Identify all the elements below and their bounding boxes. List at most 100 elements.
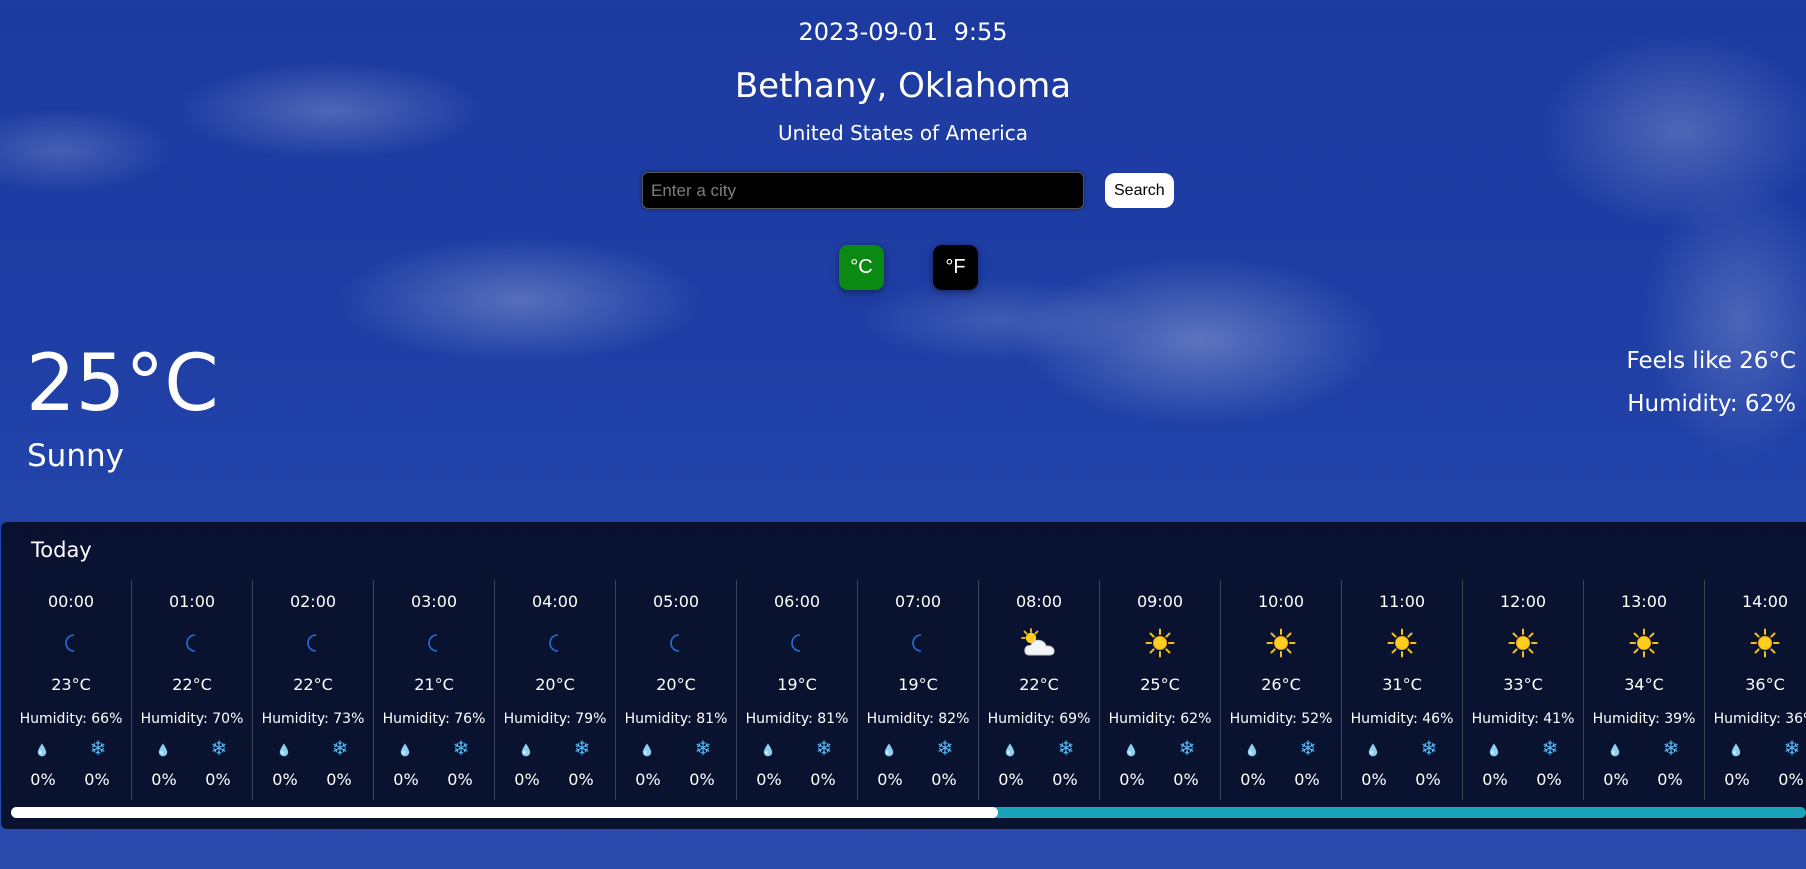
forecast-scrollbar[interactable]	[11, 807, 1806, 818]
hour-humidity: Humidity: 70%	[140, 711, 244, 727]
hour-time: 13:00	[1620, 592, 1668, 611]
rain-chance: 0%	[877, 770, 903, 789]
hour-humidity: Humidity: 39%	[1592, 711, 1696, 727]
hour-column: 02:00 22°C Humidity: 73% ❄ 0% 0%	[253, 580, 374, 800]
rain-chance: 0%	[635, 770, 661, 789]
rain-chance: 0%	[1119, 770, 1145, 789]
raindrop-icon	[882, 742, 896, 761]
hour-temperature: 20°C	[535, 675, 575, 694]
snow-chance: 0%	[931, 770, 957, 789]
snow-chance: 0%	[689, 770, 715, 789]
snowflake-icon: ❄	[1057, 736, 1075, 760]
search-input[interactable]	[642, 172, 1084, 209]
hour-time: 07:00	[894, 592, 942, 611]
hour-time: 11:00	[1378, 592, 1426, 611]
scrollbar-thumb[interactable]	[11, 807, 999, 818]
snowflake-icon: ❄	[1178, 736, 1196, 760]
hour-humidity: Humidity: 66%	[19, 711, 123, 727]
hour-column: 07:00 19°C Humidity: 82% ❄ 0% 0%	[858, 580, 979, 800]
hour-humidity: Humidity: 81%	[624, 711, 728, 727]
feels-like: Feels like 26°C	[1626, 348, 1796, 374]
hourly-forecast-panel: Today 00:00 23°C Humidity: 66% ❄ 0% 0% 01:00 22…	[1, 522, 1806, 829]
current-time: 9:55	[953, 18, 1008, 46]
hour-column: 10:00 26°C Humidity: 52% ❄ 0% 0%	[1221, 580, 1342, 800]
celsius-button[interactable]: °C	[839, 245, 884, 290]
hour-column: 13:00 34°C Humidity: 39% ❄ 0% 0%	[1584, 580, 1705, 800]
hour-temperature: 31°C	[1382, 675, 1422, 694]
sun-icon	[1584, 628, 1704, 658]
current-condition: Sunny	[27, 438, 124, 474]
snowflake-icon: ❄	[694, 736, 712, 760]
snowflake-icon: ❄	[815, 736, 833, 760]
moon-icon	[132, 628, 252, 658]
moon-icon	[253, 628, 373, 658]
hour-temperature: 25°C	[1140, 675, 1180, 694]
raindrop-icon	[1003, 742, 1017, 761]
snow-chance: 0%	[1173, 770, 1199, 789]
hour-humidity: Humidity: 76%	[382, 711, 486, 727]
snow-chance: 0%	[1052, 770, 1078, 789]
hour-humidity: Humidity: 46%	[1350, 711, 1454, 727]
hour-humidity: Humidity: 36%	[1713, 711, 1806, 727]
rain-chance: 0%	[1603, 770, 1629, 789]
snow-chance: 0%	[568, 770, 594, 789]
current-date: 2023-09-01	[798, 18, 938, 46]
rain-chance: 0%	[514, 770, 540, 789]
snowflake-icon: ❄	[210, 736, 228, 760]
raindrop-icon	[1487, 742, 1501, 761]
hour-column: 00:00 23°C Humidity: 66% ❄ 0% 0%	[11, 580, 132, 800]
rain-chance: 0%	[1724, 770, 1750, 789]
hourly-forecast-list: 00:00 23°C Humidity: 66% ❄ 0% 0% 01:00 22°C Humi…	[11, 580, 1806, 800]
snowflake-icon: ❄	[1299, 736, 1317, 760]
hour-column: 14:00 36°C Humidity: 36% ❄ 0% 0%	[1705, 580, 1806, 800]
raindrop-icon	[519, 742, 533, 761]
snowflake-icon: ❄	[89, 736, 107, 760]
hour-humidity: Humidity: 81%	[745, 711, 849, 727]
moon-icon	[11, 628, 131, 658]
rain-chance: 0%	[393, 770, 419, 789]
rain-chance: 0%	[756, 770, 782, 789]
search-button[interactable]: Search	[1105, 173, 1174, 208]
hour-time: 00:00	[47, 592, 95, 611]
fahrenheit-button[interactable]: °F	[933, 245, 978, 290]
hour-humidity: Humidity: 62%	[1108, 711, 1212, 727]
hour-column: 06:00 19°C Humidity: 81% ❄ 0% 0%	[737, 580, 858, 800]
hour-temperature: 21°C	[414, 675, 454, 694]
raindrop-icon	[156, 742, 170, 761]
hour-time: 02:00	[289, 592, 337, 611]
rain-chance: 0%	[1361, 770, 1387, 789]
hour-temperature: 19°C	[898, 675, 938, 694]
moon-icon	[616, 628, 736, 658]
hour-time: 08:00	[1015, 592, 1063, 611]
raindrop-icon	[640, 742, 654, 761]
sun-icon	[1221, 628, 1341, 658]
partly-cloudy-icon	[979, 628, 1099, 658]
sun-icon	[1705, 628, 1806, 658]
raindrop-icon	[1729, 742, 1743, 761]
hour-temperature: 34°C	[1624, 675, 1664, 694]
snow-chance: 0%	[84, 770, 110, 789]
hour-humidity: Humidity: 82%	[866, 711, 970, 727]
snowflake-icon: ❄	[1783, 736, 1801, 760]
raindrop-icon	[277, 742, 291, 761]
moon-icon	[495, 628, 615, 658]
hour-column: 09:00 25°C Humidity: 62% ❄ 0% 0%	[1100, 580, 1221, 800]
sun-icon	[1100, 628, 1220, 658]
hour-time: 12:00	[1499, 592, 1547, 611]
hour-column: 11:00 31°C Humidity: 46% ❄ 0% 0%	[1342, 580, 1463, 800]
hour-column: 12:00 33°C Humidity: 41% ❄ 0% 0%	[1463, 580, 1584, 800]
hour-temperature: 33°C	[1503, 675, 1543, 694]
raindrop-icon	[1245, 742, 1259, 761]
hour-time: 03:00	[410, 592, 458, 611]
hour-temperature: 36°C	[1745, 675, 1785, 694]
snow-chance: 0%	[1415, 770, 1441, 789]
rain-chance: 0%	[998, 770, 1024, 789]
hour-temperature: 22°C	[172, 675, 212, 694]
rain-chance: 0%	[272, 770, 298, 789]
date-time: 2023-09-01 9:55	[0, 18, 1806, 46]
snowflake-icon: ❄	[1420, 736, 1438, 760]
forecast-title: Today	[31, 538, 92, 562]
snow-chance: 0%	[447, 770, 473, 789]
raindrop-icon	[35, 742, 49, 761]
hour-humidity: Humidity: 69%	[987, 711, 1091, 727]
